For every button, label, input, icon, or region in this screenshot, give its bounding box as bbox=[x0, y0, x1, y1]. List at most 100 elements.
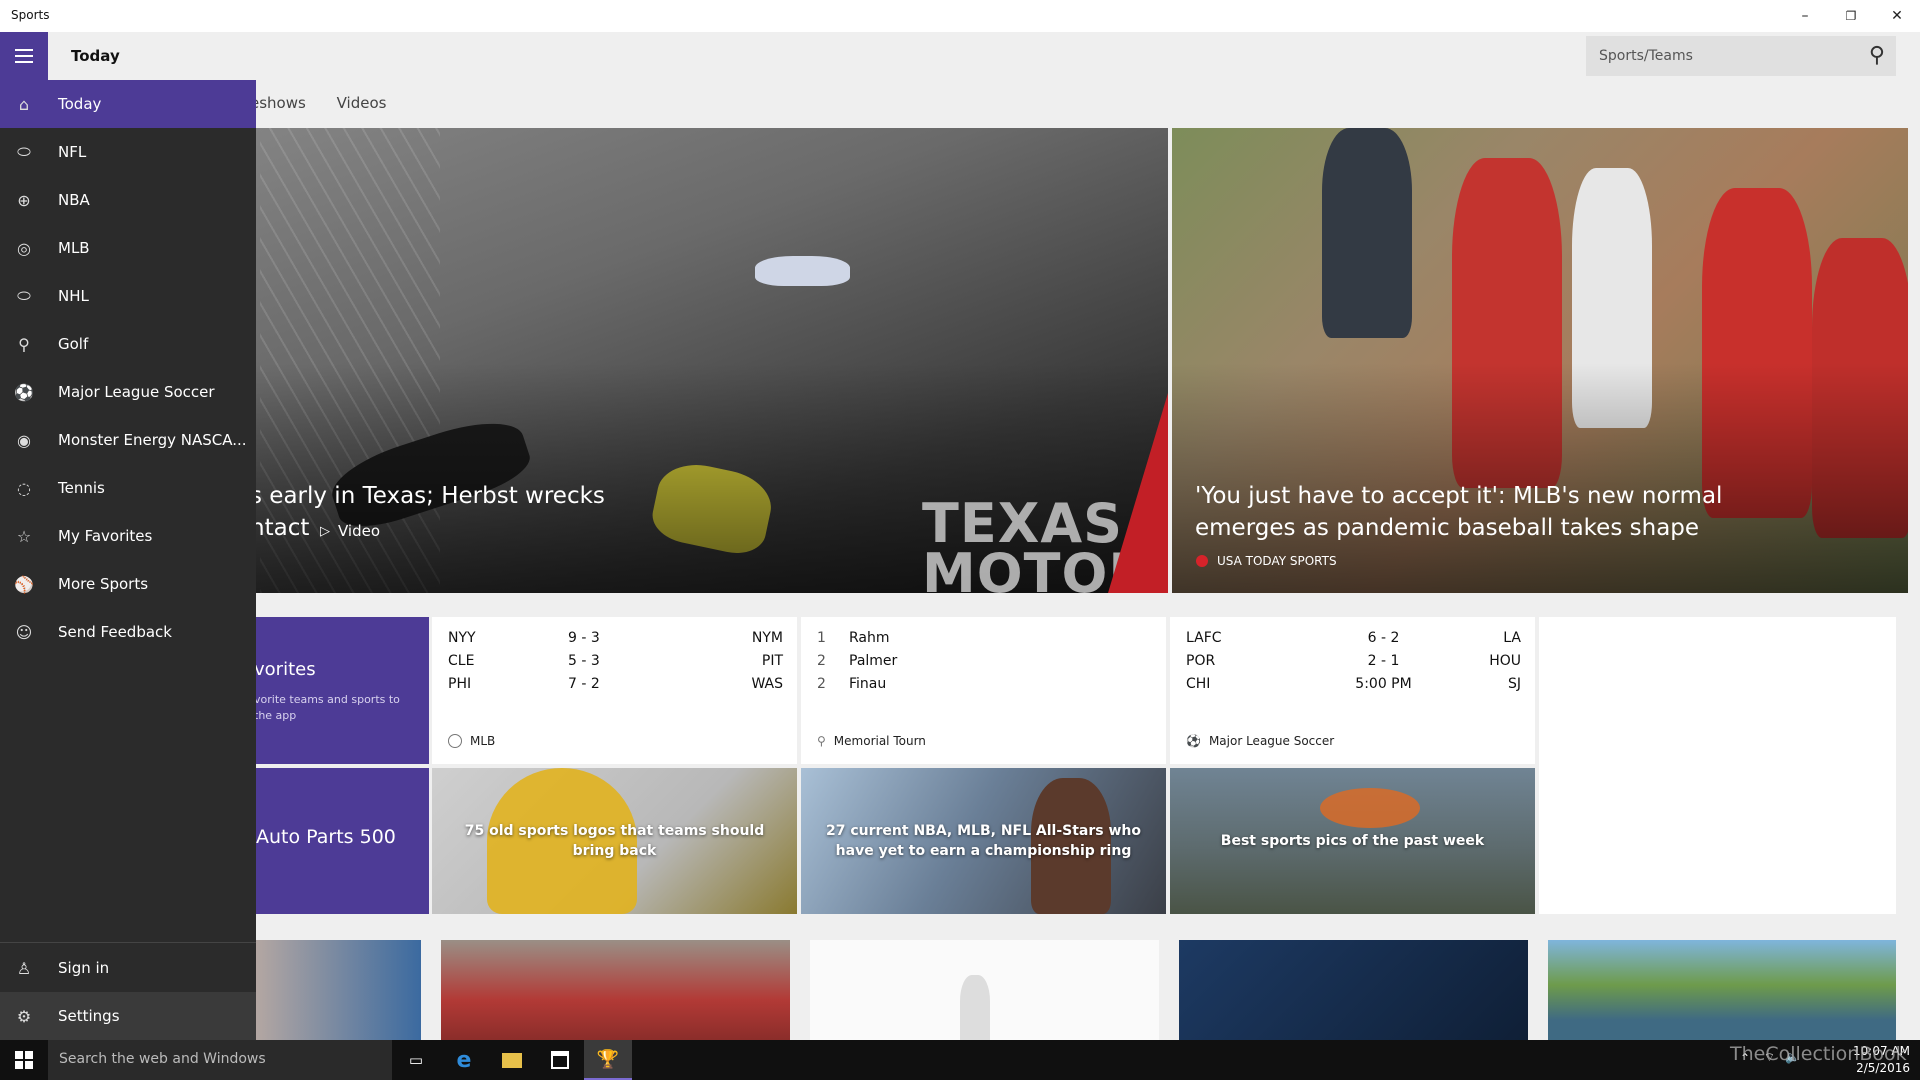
story-tile-allstars[interactable]: 27 current NBA, MLB, NFL All-Stars who h… bbox=[801, 768, 1166, 914]
baseball-icon bbox=[448, 734, 462, 748]
minimize-button[interactable]: – bbox=[1782, 0, 1828, 32]
sidebar-item-tennis[interactable]: ◌ Tennis bbox=[0, 464, 256, 512]
close-button[interactable]: ✕ bbox=[1874, 0, 1920, 32]
search-box[interactable]: Sports/Teams ⚲ bbox=[1586, 36, 1896, 76]
sidebar-item-today[interactable]: ⌂ Today bbox=[0, 80, 256, 128]
sidebar-item-favorites[interactable]: ☆ My Favorites bbox=[0, 512, 256, 560]
score-tile-golf[interactable]: 1 Rahm 2 Palmer 2 Finau ⚲ Memorial Tourn bbox=[801, 617, 1166, 764]
hero-title-line2: emerges as pandemic baseball takes shape bbox=[1195, 515, 1700, 541]
divider bbox=[0, 942, 256, 943]
score-row: CHI 5:00 PM SJ bbox=[1186, 676, 1521, 692]
sidebar-item-feedback[interactable]: ☺ Send Feedback bbox=[0, 608, 256, 656]
golf-icon: ⚲ bbox=[817, 734, 826, 748]
sidebar-item-mls[interactable]: ⚽ Major League Soccer bbox=[0, 368, 256, 416]
windows-taskbar: Search the web and Windows ▭ e 🏆 ⌃ ⌔ 🔈 1… bbox=[0, 1040, 1920, 1080]
video-label: Video bbox=[338, 522, 381, 540]
sidebar-item-label: Monster Energy NASCA... bbox=[58, 431, 247, 449]
search-icon[interactable]: ⚲ bbox=[1869, 43, 1885, 68]
golf-icon: ⚲ bbox=[18, 334, 30, 354]
tab-slideshows[interactable]: eshows bbox=[250, 94, 306, 112]
tennis-ball-icon: ◌ bbox=[17, 478, 31, 498]
sidebar-item-more-sports[interactable]: ⚾ More Sports bbox=[0, 560, 256, 608]
race-title: Auto Parts 500 bbox=[256, 826, 396, 848]
restore-button[interactable]: ❐ bbox=[1828, 0, 1874, 32]
soccer-ball-icon: ⚽ bbox=[14, 382, 34, 402]
story-tile-sports-pics[interactable]: Best sports pics of the past week bbox=[1170, 768, 1535, 914]
sidebar-item-label: NFL bbox=[58, 143, 87, 161]
sidebar-item-golf[interactable]: ⚲ Golf bbox=[0, 320, 256, 368]
search-input[interactable]: Sports/Teams bbox=[1599, 48, 1693, 64]
task-view-icon[interactable]: ▭ bbox=[392, 1040, 440, 1080]
leaderboard-row: 1 Rahm bbox=[817, 630, 890, 646]
hamburger-menu-button[interactable] bbox=[0, 32, 48, 80]
sidebar-item-label: MLB bbox=[58, 239, 90, 257]
sports-app-taskbar-icon[interactable]: 🏆 bbox=[584, 1040, 632, 1080]
gear-icon: ⚙ bbox=[16, 1006, 32, 1026]
store-icon[interactable] bbox=[536, 1040, 584, 1080]
sidebar-item-label: NHL bbox=[58, 287, 89, 305]
baseball-icon: ◎ bbox=[17, 238, 31, 258]
score-row: NYY 9 - 3 NYM bbox=[448, 630, 783, 646]
person-icon: ♙ bbox=[16, 958, 32, 978]
hero-title-line2: ntact bbox=[250, 515, 310, 541]
source-label: USA TODAY SPORTS bbox=[1217, 554, 1337, 568]
nascar-race-tile[interactable]: Auto Parts 500 bbox=[250, 768, 429, 914]
hero-title-line1: s early in Texas; Herbst wrecks bbox=[250, 483, 605, 509]
favorites-tile[interactable]: vorites vorite teams and sports to the ap… bbox=[250, 617, 429, 764]
page-title: Today bbox=[71, 47, 120, 65]
story-thumbnail[interactable] bbox=[1548, 940, 1896, 1040]
title-bar: Sports – ❐ ✕ bbox=[0, 0, 1920, 32]
story-thumbnail[interactable] bbox=[810, 940, 1159, 1040]
taskbar-search-box[interactable]: Search the web and Windows bbox=[48, 1040, 392, 1080]
empty-tile bbox=[1539, 617, 1896, 914]
league-label: ⚲ Memorial Tourn bbox=[817, 734, 926, 748]
sign-in-button[interactable]: ♙ Sign in bbox=[0, 944, 256, 992]
video-link[interactable]: ▷ Video bbox=[320, 522, 380, 540]
favorites-subtitle: vorite teams and sports to the app bbox=[254, 693, 400, 722]
edge-browser-icon[interactable]: e bbox=[440, 1040, 488, 1080]
content-tabs: eshows Videos bbox=[250, 94, 412, 112]
score-row: CLE 5 - 3 PIT bbox=[448, 653, 783, 669]
hero-badge: TEXAS MOTOR bbox=[922, 492, 1151, 594]
score-row: LAFC 6 - 2 LA bbox=[1186, 630, 1521, 646]
score-tile-mlb[interactable]: NYY 9 - 3 NYM CLE 5 - 3 PIT PHI 7 - 2 WAS MLB bbox=[432, 617, 797, 764]
soccer-ball-icon: ⚽ bbox=[1186, 734, 1201, 748]
sidebar-item-nhl[interactable]: ⬭ NHL bbox=[0, 272, 256, 320]
score-tile-mls[interactable]: LAFC 6 - 2 LA POR 2 - 1 HOU CHI 5:00 PM SJ ⚽ Ma… bbox=[1170, 617, 1535, 764]
sidebar-item-label: Settings bbox=[58, 1007, 120, 1025]
story-thumbnail[interactable] bbox=[1179, 940, 1528, 1040]
story-tile-old-logos[interactable]: 75 old sports logos that teams should br… bbox=[432, 768, 797, 914]
sidebar-item-mlb[interactable]: ◎ MLB bbox=[0, 224, 256, 272]
sidebar-item-nascar[interactable]: ◉ Monster Energy NASCA... bbox=[0, 416, 256, 464]
usa-today-logo-icon bbox=[1196, 555, 1208, 567]
sidebar-item-nba[interactable]: ⊕ NBA bbox=[0, 176, 256, 224]
hero-title-line1: 'You just have to accept it': MLB's new … bbox=[1195, 483, 1723, 509]
story-thumbnail[interactable] bbox=[250, 940, 421, 1040]
sidebar-item-label: Major League Soccer bbox=[58, 383, 215, 401]
taskbar-search-input[interactable]: Search the web and Windows bbox=[59, 1051, 266, 1067]
hero-source: USA TODAY SPORTS bbox=[1196, 554, 1337, 568]
favorites-title: vorites bbox=[254, 659, 316, 680]
hero-story-mlb[interactable]: 'You just have to accept it': MLB's new … bbox=[1172, 128, 1908, 593]
sidebar-item-label: Tennis bbox=[58, 479, 105, 497]
story-caption: Best sports pics of the past week bbox=[1220, 833, 1485, 849]
settings-button[interactable]: ⚙ Settings bbox=[0, 992, 256, 1040]
file-explorer-icon[interactable] bbox=[488, 1040, 536, 1080]
umpire-image bbox=[1322, 128, 1412, 338]
sidebar-item-nfl[interactable]: ⬭ NFL bbox=[0, 128, 256, 176]
hockey-icon: ⬭ bbox=[17, 286, 31, 305]
score-row: POR 2 - 1 HOU bbox=[1186, 653, 1521, 669]
sports-balls-icon: ⚾ bbox=[14, 574, 34, 594]
start-button[interactable] bbox=[0, 1040, 48, 1080]
watermark-text: TheCollectionBook bbox=[1730, 1043, 1907, 1065]
fire-image bbox=[1320, 788, 1420, 828]
story-thumbnail[interactable] bbox=[441, 940, 790, 1040]
navigation-pane: ⌂ Today ⬭ NFL ⊕ NBA ◎ MLB ⬭ NHL ⚲ Golf ⚽ Major … bbox=[0, 80, 256, 1040]
story-caption: 27 current NBA, MLB, NFL All-Stars who h… bbox=[825, 823, 1142, 859]
windows-logo-icon bbox=[15, 1051, 33, 1069]
smiley-icon: ☺ bbox=[15, 622, 33, 642]
leaderboard-row: 2 Palmer bbox=[817, 653, 898, 669]
tab-videos[interactable]: Videos bbox=[337, 94, 387, 112]
sidebar-item-label: More Sports bbox=[58, 575, 149, 593]
sidebar-item-label: Golf bbox=[58, 335, 89, 353]
